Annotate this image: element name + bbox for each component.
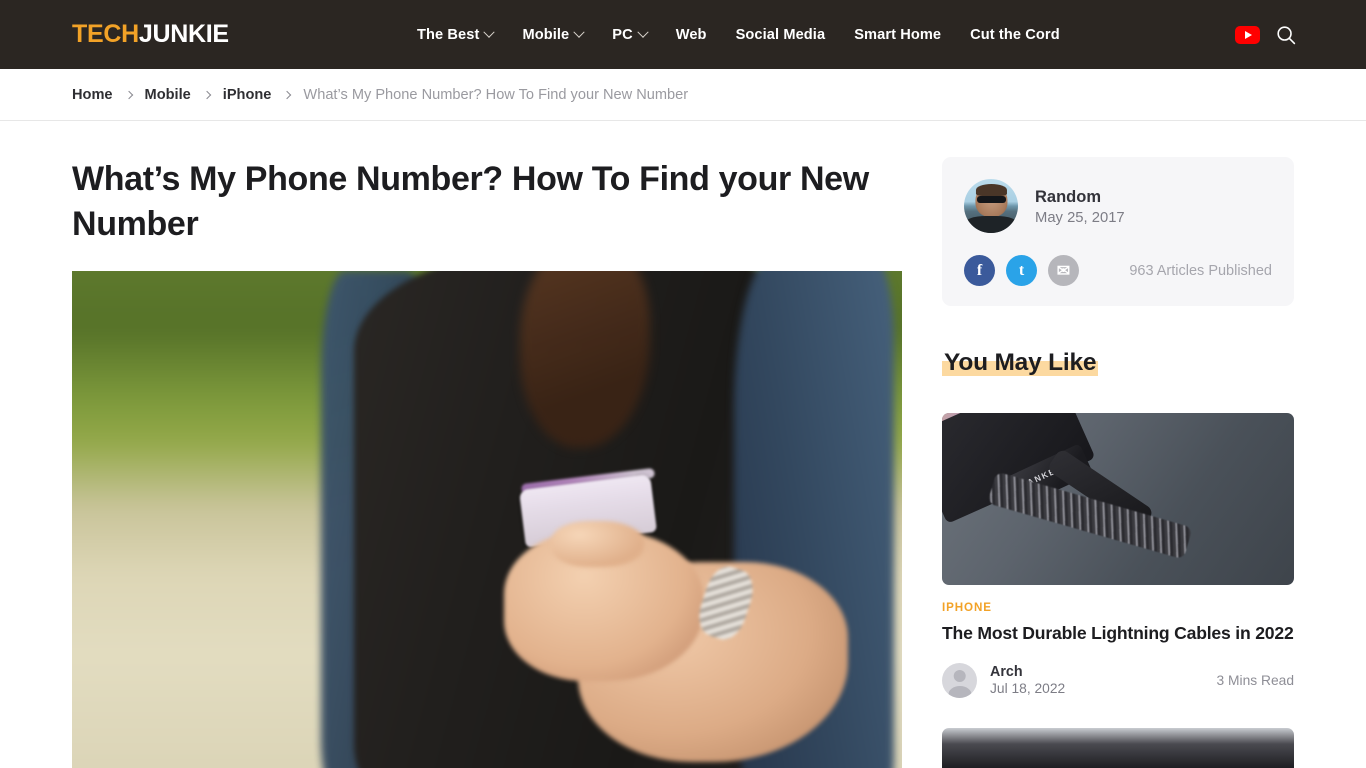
author-card: Random May 25, 2017 f t ✉ 963 Articles P… (942, 157, 1294, 306)
related-article-read-time: 3 Mins Read (1216, 672, 1294, 688)
sidebar: Random May 25, 2017 f t ✉ 963 Articles P… (942, 121, 1294, 768)
chevron-down-icon (637, 26, 649, 38)
sidebar-heading: You May Like (942, 349, 1099, 377)
related-article-thumbnail[interactable]: ANKER (942, 413, 1294, 585)
next-related-article-thumbnail[interactable] (942, 727, 1294, 768)
facebook-share-button[interactable]: f (964, 255, 995, 286)
related-article-date: Jul 18, 2022 (990, 681, 1066, 697)
author-name[interactable]: Random (1035, 186, 1125, 208)
chevron-down-icon (573, 26, 585, 38)
chevron-down-icon (483, 26, 496, 38)
author-actions: f t ✉ 963 Articles Published (964, 255, 1272, 286)
nav-label: The Best (417, 26, 480, 43)
related-article-author[interactable]: Arch (990, 664, 1065, 680)
chevron-right-icon (283, 90, 292, 99)
youtube-icon[interactable] (1235, 25, 1260, 44)
nav-label: Mobile (522, 26, 570, 43)
social-share-buttons: f t ✉ (964, 255, 1079, 286)
chevron-right-icon (202, 90, 212, 99)
breadcrumb: Home Mobile iPhone What’s My Phone Numbe… (72, 87, 688, 103)
nav-item-smart-home[interactable]: Smart Home (854, 27, 941, 43)
author-identity: Random May 25, 2017 (964, 179, 1272, 233)
email-share-button[interactable]: ✉ (1048, 255, 1079, 286)
nav-item-cut-the-cord[interactable]: Cut the Cord (970, 27, 1060, 43)
nav-item-web[interactable]: Web (676, 27, 707, 43)
related-article-card: ANKER IPHONE The Most Durable Lightning … (942, 413, 1294, 698)
related-article-category[interactable]: IPHONE (942, 601, 1294, 614)
nav-label: PC (612, 26, 633, 43)
nav-item-mobile[interactable]: Mobile (522, 26, 585, 43)
nav-item-the-best[interactable]: The Best (417, 26, 496, 43)
breadcrumb-item-iphone[interactable]: iPhone (223, 87, 272, 103)
avatar[interactable] (942, 662, 977, 698)
chevron-right-icon (124, 90, 133, 99)
logo-text-tech: TECH (72, 20, 139, 48)
article-hero-image (72, 271, 902, 768)
breadcrumb-current-page: What’s My Phone Number? How To Find your… (303, 86, 689, 103)
breadcrumb-bar: Home Mobile iPhone What’s My Phone Numbe… (0, 69, 1366, 121)
twitter-share-button[interactable]: t (1006, 255, 1037, 286)
related-article-title[interactable]: The Most Durable Lightning Cables in 202… (942, 622, 1294, 645)
breadcrumb-item-home[interactable]: Home (72, 87, 113, 103)
sidebar-heading-label: You May Like (944, 349, 1097, 376)
logo-text-junkie: JUNKIE (138, 20, 229, 48)
site-logo[interactable]: TECHJUNKIE (72, 20, 229, 49)
articles-published-count: 963 Articles Published (1129, 262, 1272, 279)
page-body: What’s My Phone Number? How To Find your… (0, 121, 1366, 768)
article-column: What’s My Phone Number? How To Find your… (72, 121, 902, 768)
site-header: TECHJUNKIE The Best Mobile PC Web Social… (0, 0, 1366, 69)
nav-item-social-media[interactable]: Social Media (736, 27, 826, 43)
hero-ring (600, 617, 620, 629)
publish-date: May 25, 2017 (1035, 210, 1125, 227)
breadcrumb-item-mobile[interactable]: Mobile (145, 87, 191, 103)
page-title: What’s My Phone Number? How To Find your… (72, 160, 869, 243)
search-icon[interactable] (1276, 25, 1296, 45)
related-article-meta: Arch Jul 18, 2022 3 Mins Read (942, 662, 1294, 698)
hero-fingers (551, 520, 644, 567)
nav-item-pc[interactable]: PC (612, 26, 649, 43)
main-navigation: The Best Mobile PC Web Social Media Smar… (417, 26, 1060, 43)
avatar[interactable] (964, 179, 1018, 233)
header-actions (1235, 25, 1296, 45)
